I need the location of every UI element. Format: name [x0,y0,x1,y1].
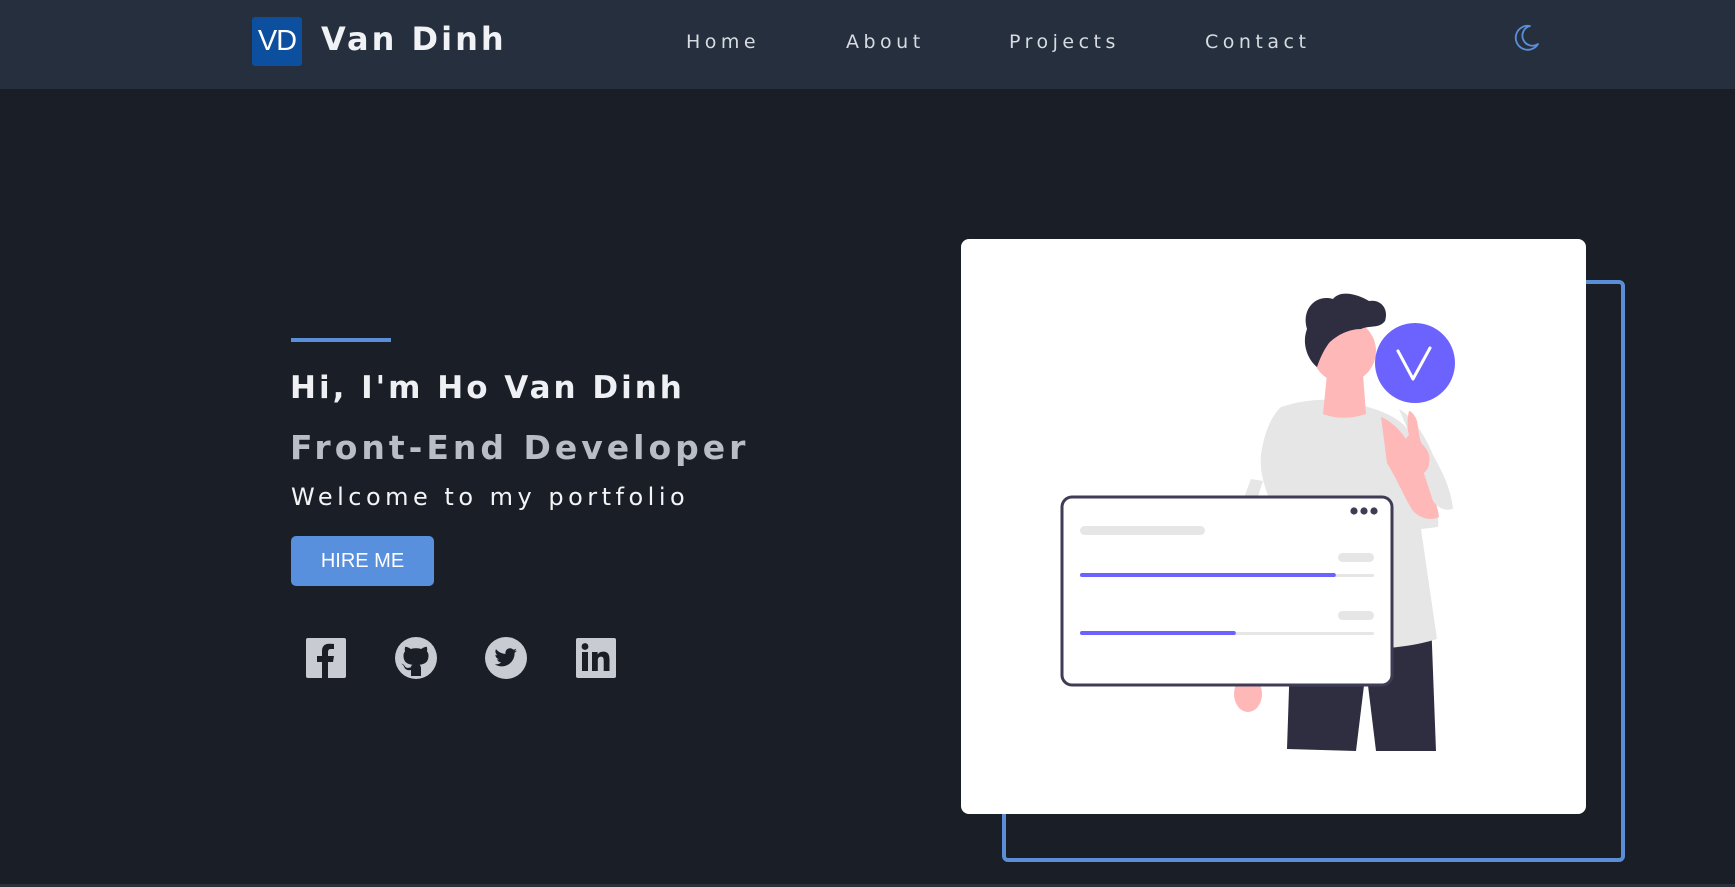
window-title-placeholder [1080,526,1205,535]
hero-accent-line [291,338,391,342]
linkedin-icon[interactable] [574,636,618,680]
github-icon[interactable] [394,636,438,680]
progress-fill-2 [1080,631,1236,635]
check-badge-icon [1375,323,1455,403]
window-dot [1370,507,1378,515]
window-dot [1350,507,1358,515]
nav-projects[interactable]: Projects [1009,31,1120,53]
site-header: VD Van Dinh Home About Projects Contact [0,0,1735,89]
window-label-placeholder [1338,611,1374,620]
logo-name[interactable]: Van Dinh [321,20,507,58]
logo-initials: VD [257,25,297,57]
illustration-window [1060,495,1394,687]
twitter-icon[interactable] [484,636,528,680]
window-dot [1360,507,1368,515]
facebook-icon[interactable] [304,636,348,680]
nav-about[interactable]: About [846,31,925,53]
logo-badge[interactable]: VD [252,17,302,66]
progress-fill-1 [1080,573,1336,577]
illustration-card [961,239,1586,814]
hero-greeting: Hi, I'm Ho Van Dinh [290,370,685,406]
nav-contact[interactable]: Contact [1205,31,1310,53]
hire-me-button[interactable]: HIRE ME [291,536,434,586]
moon-icon[interactable] [1510,22,1542,54]
developer-illustration [1060,293,1455,751]
hero-welcome: Welcome to my portfolio [291,483,690,511]
window-label-placeholder [1338,553,1374,562]
hero-role: Front-End Developer [290,428,750,467]
nav-home[interactable]: Home [686,31,760,53]
